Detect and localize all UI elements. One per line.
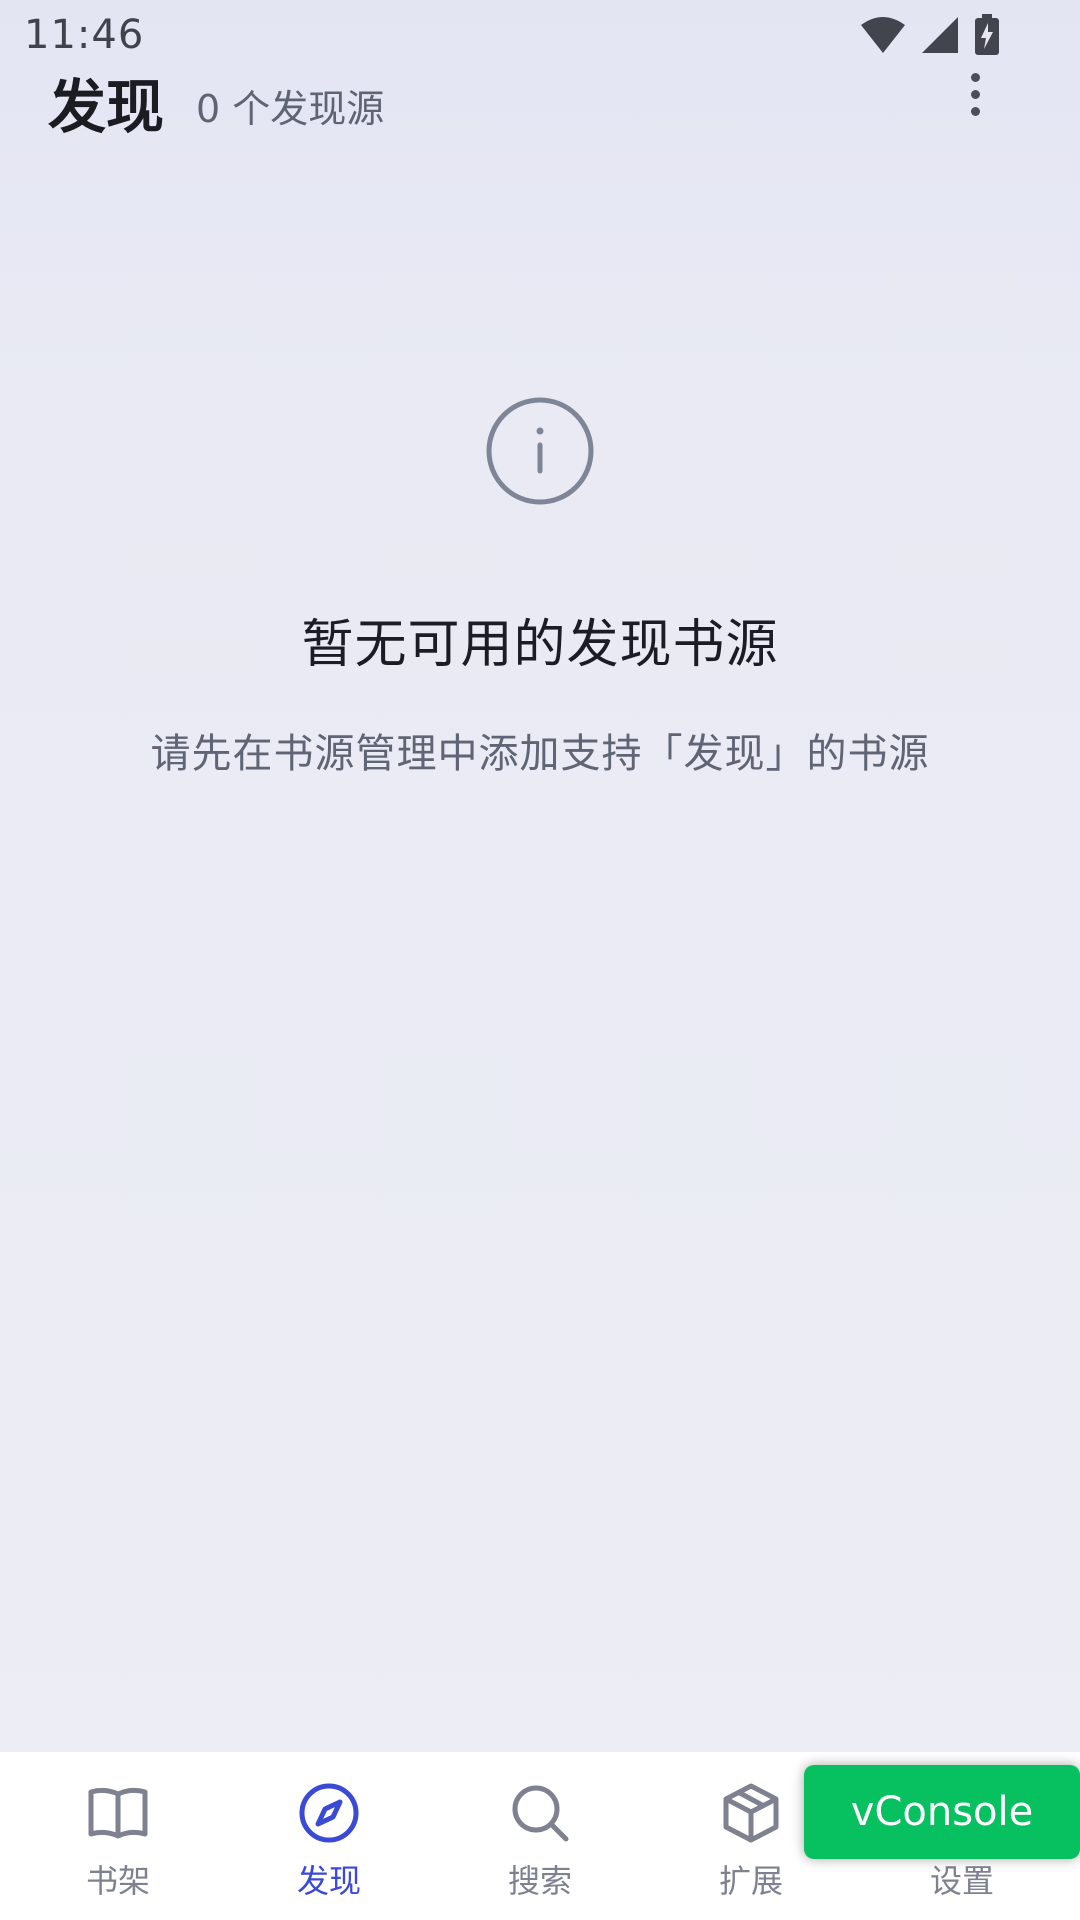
search-icon — [512, 1785, 569, 1842]
cellular-signal-icon — [922, 17, 958, 53]
empty-state: 暂无可用的发现书源 请先在书源管理中添加支持「发现」的书源 — [0, 395, 1080, 779]
nav-label-extensions: 扩展 — [718, 1862, 783, 1900]
source-count: 0 个发现源 — [196, 87, 385, 131]
more-options-button[interactable] — [945, 64, 1005, 124]
nav-label-search: 搜索 — [507, 1862, 572, 1900]
page-title: 发现 — [48, 73, 165, 141]
nav-label-bookshelf: 书架 — [85, 1862, 150, 1900]
nav-item-search[interactable]: 搜索 — [435, 1752, 645, 1920]
vconsole-button[interactable]: vConsole — [804, 1765, 1080, 1859]
compass-icon — [299, 1783, 359, 1843]
nav-label-discover: 发现 — [296, 1862, 361, 1900]
empty-state-title: 暂无可用的发现书源 — [301, 615, 779, 675]
package-icon — [723, 1783, 779, 1843]
nav-item-discover[interactable]: 发现 — [224, 1752, 434, 1920]
book-icon — [88, 1787, 148, 1839]
info-icon — [486, 397, 594, 505]
nav-item-bookshelf[interactable]: 书架 — [13, 1752, 223, 1920]
wifi-icon — [861, 17, 905, 53]
nav-label-settings: 设置 — [929, 1862, 994, 1900]
app-header: 发现 0 个发现源 — [0, 50, 1080, 141]
empty-state-description: 请先在书源管理中添加支持「发现」的书源 — [150, 731, 930, 777]
more-vert-icon — [970, 72, 980, 82]
